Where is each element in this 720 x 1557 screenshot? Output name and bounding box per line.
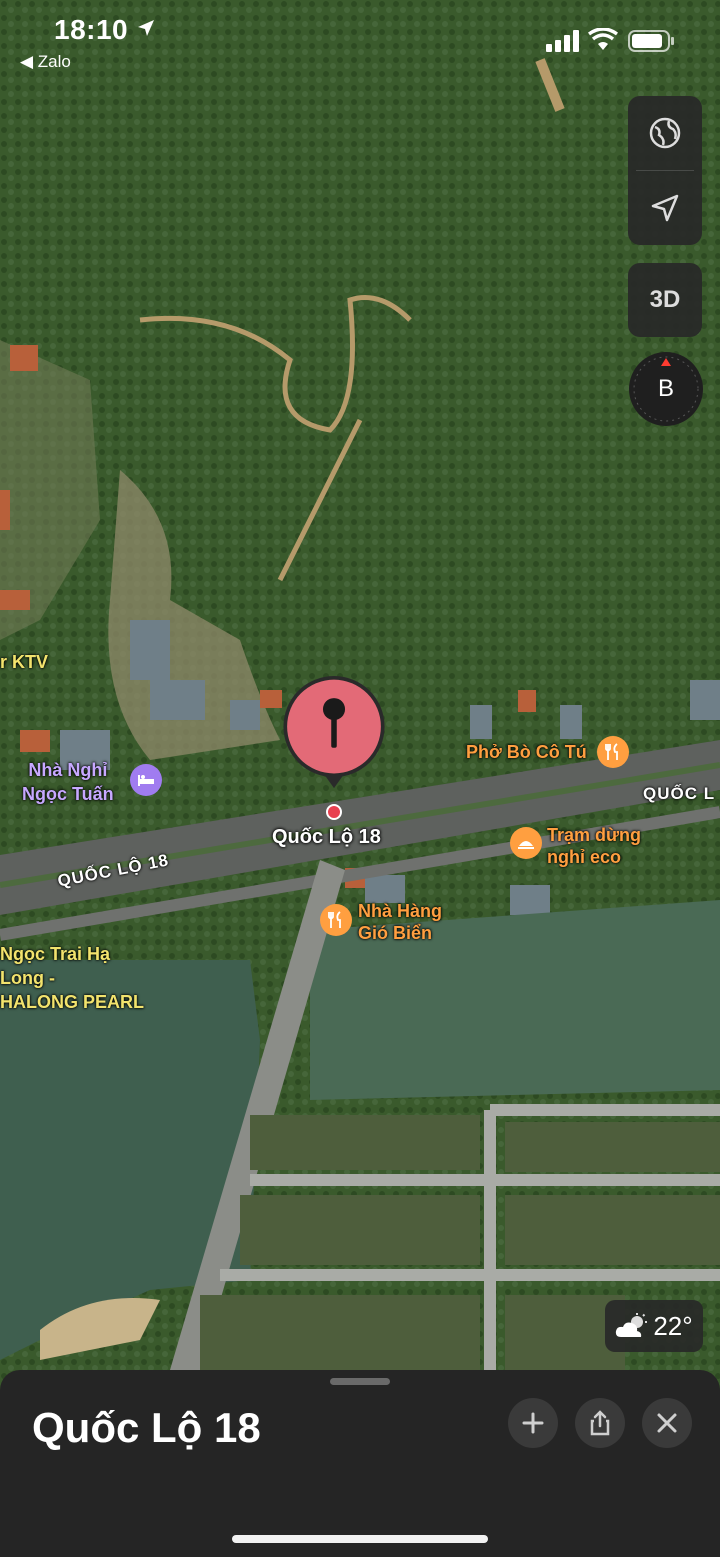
- cellular-signal-icon: [546, 30, 579, 52]
- share-icon: [590, 1410, 610, 1436]
- map-mode-controls: [628, 96, 702, 245]
- status-bar: 18:10 ◀ Zalo: [0, 0, 720, 80]
- poi-pearl-line2: Long -: [0, 968, 55, 988]
- poi-nha-hang-line1: Nhà Hàng: [358, 901, 443, 921]
- sheet-grabber[interactable]: [330, 1378, 390, 1385]
- battery-icon: [628, 30, 674, 52]
- add-button[interactable]: [508, 1398, 558, 1448]
- map-type-button[interactable]: [628, 96, 702, 170]
- poi-ktv-label[interactable]: r KTV: [0, 652, 48, 673]
- compass-button[interactable]: B: [629, 352, 703, 426]
- location-arrow-icon: [651, 194, 679, 222]
- close-icon: [657, 1413, 677, 1433]
- poi-pho-bo-label[interactable]: Phở Bò Cô Tú: [466, 742, 587, 763]
- poi-tram-line1: Trạm dừng: [547, 825, 642, 845]
- wifi-icon: [588, 28, 618, 50]
- poi-nha-hang-gio-bien[interactable]: Nhà Hàng Gió Biển: [358, 900, 442, 944]
- restaurant-icon-2[interactable]: [320, 904, 352, 936]
- poi-tram-dung-nghi-eco[interactable]: Trạm dừng nghỉ eco: [547, 824, 641, 868]
- poi-pearl-line3: HALONG PEARL: [0, 992, 144, 1012]
- restaurant-icon[interactable]: [597, 736, 629, 768]
- weather-badge[interactable]: 22°: [605, 1300, 703, 1352]
- compass-ring-icon: [633, 356, 699, 422]
- plus-icon: [522, 1412, 544, 1434]
- selected-location-pin[interactable]: [277, 676, 391, 790]
- weather-temp: 22°: [653, 1310, 693, 1341]
- view-3d-button[interactable]: 3D: [628, 263, 702, 337]
- selected-pin-label: Quốc Lộ 18: [272, 826, 381, 848]
- share-button[interactable]: [575, 1398, 625, 1448]
- pin-anchor-dot: [326, 804, 342, 820]
- status-time: 18:10: [54, 14, 129, 45]
- cloud-sun-icon: [616, 1313, 648, 1337]
- close-button[interactable]: [642, 1398, 692, 1448]
- globe-icon: [649, 117, 681, 149]
- poi-nha-nghi-line2: Ngọc Tuấn: [22, 784, 114, 804]
- poi-pearl-line1: Ngọc Trai Hạ: [0, 944, 111, 964]
- place-sheet[interactable]: Quốc Lộ 18: [0, 1370, 720, 1557]
- road-label-right: QUỐC L: [643, 784, 716, 803]
- poi-tram-line2: nghỉ eco: [547, 847, 622, 867]
- view-3d-control: 3D: [628, 263, 702, 337]
- bed-icon[interactable]: [130, 764, 162, 796]
- rest-stop-icon[interactable]: [510, 827, 542, 859]
- sheet-title: Quốc Lộ 18: [32, 1404, 261, 1451]
- poi-nha-nghi-line1: Nhà Nghỉ: [28, 760, 108, 780]
- poi-halong-pearl[interactable]: Ngọc Trai Hạ Long - HALONG PEARL: [0, 942, 144, 1014]
- back-app-label: Zalo: [37, 52, 71, 71]
- poi-nha-hang-line2: Gió Biển: [358, 923, 433, 943]
- current-location-button[interactable]: [628, 171, 702, 245]
- back-to-app-button[interactable]: ◀ Zalo: [20, 52, 71, 72]
- poi-nha-nghi-ngoc-tuan[interactable]: Nhà Nghỉ Ngọc Tuấn: [22, 758, 114, 806]
- home-indicator: [232, 1535, 488, 1543]
- location-services-icon: [138, 20, 154, 36]
- view-3d-label: 3D: [649, 286, 681, 313]
